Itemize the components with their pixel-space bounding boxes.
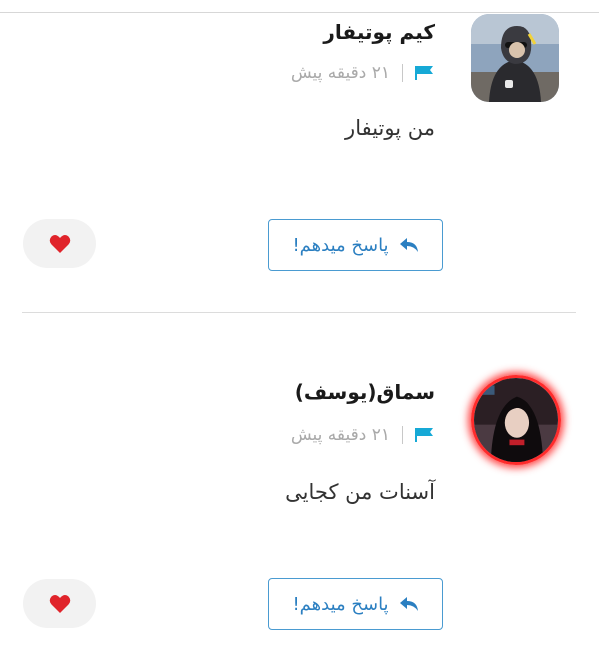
heart-icon	[49, 234, 71, 254]
comment-text: آسنات من کجایی	[285, 480, 435, 504]
avatar[interactable]	[471, 14, 559, 102]
reply-button[interactable]: پاسخ میدهم!	[268, 578, 443, 630]
avatar[interactable]	[471, 375, 561, 465]
comment-time: ۲۱ دقیقه پیش	[290, 63, 390, 83]
like-button[interactable]	[23, 579, 96, 628]
author-name[interactable]: کیم پوتیفار	[323, 20, 435, 44]
comment-time: ۲۱ دقیقه پیش	[290, 425, 390, 445]
flag-icon[interactable]	[415, 427, 435, 443]
comment-item: سماق(یوسف) ۲۱ دقیقه پیش آسنات من کجایی پ…	[0, 360, 599, 660]
flag-icon[interactable]	[415, 65, 435, 81]
comment-divider	[22, 312, 576, 313]
reply-button[interactable]: پاسخ میدهم!	[268, 219, 443, 271]
meta-separator	[402, 426, 403, 444]
like-button[interactable]	[23, 219, 96, 268]
reply-label: پاسخ میدهم!	[292, 593, 389, 615]
comment-meta: ۲۱ دقیقه پیش	[291, 422, 435, 448]
reply-arrow-icon	[399, 237, 419, 253]
reply-label: پاسخ میدهم!	[292, 234, 389, 256]
avatar-photo-icon	[471, 14, 559, 102]
comment-item: کیم پوتیفار ۲۱ دقیقه پیش من پوتیفار پاسخ…	[0, 0, 599, 300]
comment-meta: ۲۱ دقیقه پیش	[291, 60, 435, 86]
meta-separator	[402, 64, 403, 82]
author-name[interactable]: سماق(یوسف)	[295, 380, 435, 404]
avatar-photo-icon	[474, 378, 558, 462]
heart-icon	[49, 594, 71, 614]
reply-arrow-icon	[399, 596, 419, 612]
comment-text: من پوتیفار	[345, 116, 435, 140]
